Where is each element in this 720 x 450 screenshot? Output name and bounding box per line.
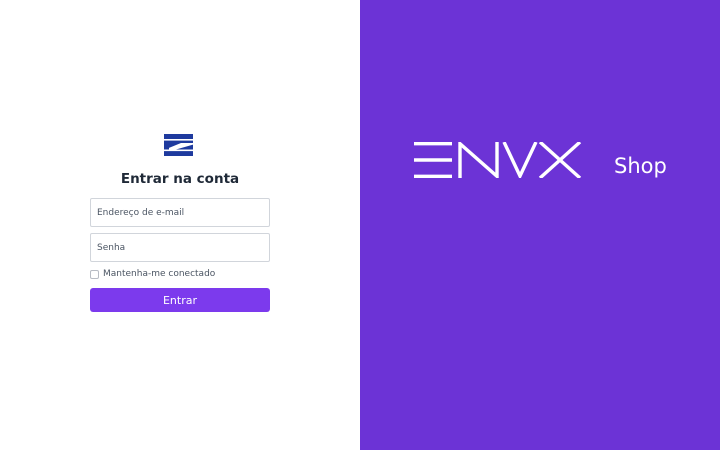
password-field[interactable] <box>90 233 270 262</box>
login-submit-button[interactable]: Entrar <box>90 288 270 312</box>
page-title: Entrar na conta <box>120 171 240 187</box>
envx-logo-icon <box>414 142 582 178</box>
remember-me-checkbox[interactable] <box>90 269 99 279</box>
email-field[interactable] <box>90 198 270 227</box>
remember-me-row[interactable]: Mantenha-me conectado <box>90 268 215 280</box>
app-logo-icon <box>164 134 193 156</box>
remember-me-label: Mantenha-me conectado <box>103 269 216 279</box>
brand-shop-label: Shop <box>614 154 667 178</box>
login-panel: Entrar na conta Mantenha-me conectado En… <box>0 0 360 450</box>
brand-panel <box>360 0 720 450</box>
